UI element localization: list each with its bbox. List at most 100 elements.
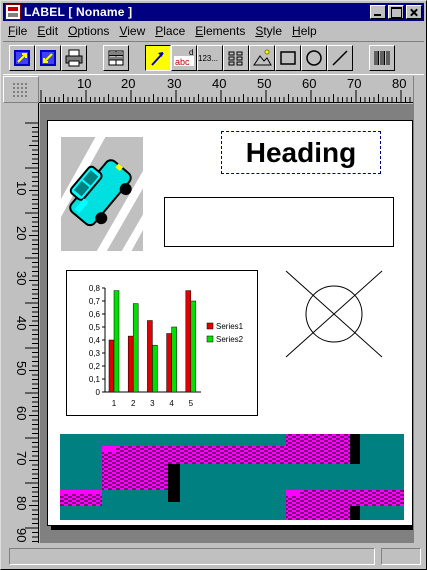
hruler-label: 70: [347, 76, 361, 91]
picture-tool-icon: [253, 49, 272, 66]
hruler-label: 60: [302, 76, 316, 91]
x-tick-label: 2: [131, 399, 136, 408]
chart-bar: [108, 339, 115, 393]
y-tick-label: 0,4: [89, 336, 101, 345]
chart-bar: [127, 335, 134, 393]
hruler-label: 30: [167, 76, 181, 91]
text-tool-label: abc: [175, 57, 190, 67]
vruler-label: 30: [14, 271, 29, 285]
save-icon: [40, 50, 56, 66]
vruler-label: 90: [14, 528, 29, 542]
vruler-label: 60: [14, 406, 29, 420]
text-tool-icon: abc d: [174, 48, 194, 67]
menu-file[interactable]: File: [3, 24, 32, 38]
print-icon: [65, 49, 83, 67]
close-button[interactable]: [406, 5, 422, 19]
number-tool-label: 123...: [198, 54, 218, 63]
chart-bar: [147, 320, 153, 393]
heading-text-box[interactable]: Heading: [221, 131, 381, 174]
menu-elements[interactable]: Elements: [190, 24, 250, 38]
rectangle-shape[interactable]: [164, 197, 394, 247]
picture-tool-button[interactable]: [249, 45, 275, 71]
pointer-tool-button[interactable]: [145, 45, 171, 71]
menu-options[interactable]: Options: [63, 24, 114, 38]
bar-chart: 0 0,1 0,2 0,3 0,4 0,5 0,6 0,7 0,8 1 2 3 4 5 Series1 Ser…: [89, 284, 244, 408]
ellipse-tool-icon: [306, 50, 322, 66]
crossed-circle-icon: [285, 270, 383, 358]
list-tool-button[interactable]: [223, 45, 249, 71]
ellipse-tool-button[interactable]: [301, 45, 327, 71]
chart-bar: [166, 333, 172, 393]
grid-icon: [108, 50, 124, 66]
vruler-label: 20: [14, 226, 29, 240]
vruler-label: 50: [14, 361, 29, 375]
y-tick-label: 0,5: [89, 323, 101, 332]
menu-bar: File Edit Options View Place Elements St…: [3, 22, 424, 40]
number-tool-icon: 123...: [198, 54, 218, 63]
car-clipart[interactable]: [51, 127, 161, 261]
vertical-scrollbar[interactable]: [413, 76, 426, 543]
y-tick-label: 0,7: [89, 297, 101, 306]
legend-label: Series2: [216, 335, 244, 344]
menu-help[interactable]: Help: [287, 24, 322, 38]
vruler-label: 10: [14, 181, 29, 195]
rectangle-tool-icon: [280, 51, 296, 65]
list-tool-icon: [228, 51, 243, 66]
car-icon: [51, 127, 161, 261]
legend-label: Series1: [216, 322, 244, 331]
number-tool-button[interactable]: 123...: [197, 45, 223, 71]
menu-view[interactable]: View: [114, 24, 150, 38]
app-icon[interactable]: [5, 4, 21, 20]
hruler-label: 80: [392, 76, 406, 91]
y-tick-label: 0,8: [89, 284, 101, 293]
menu-place[interactable]: Place: [150, 24, 190, 38]
line-tool-icon: [332, 50, 348, 66]
title-bar[interactable]: LABEL [ Noname ]: [3, 3, 424, 21]
text-tool-button[interactable]: abc d: [171, 45, 197, 71]
chart-bar: [152, 344, 158, 393]
hruler-label: 50: [257, 76, 271, 91]
crossed-circle-shape[interactable]: [276, 267, 394, 363]
horizontal-ruler: 10 20 30 40 50 60 70 80: [39, 76, 415, 103]
pointer-icon: [151, 52, 164, 66]
heading-text: Heading: [245, 136, 357, 168]
maximize-button[interactable]: [388, 5, 404, 19]
menu-style[interactable]: Style: [250, 24, 287, 38]
app-window: LABEL [ Noname ] File Edit Options View …: [0, 0, 427, 570]
hruler-label: 40: [212, 76, 226, 91]
pattern-graphic[interactable]: [60, 434, 404, 520]
print-button[interactable]: [61, 45, 87, 71]
hruler-label: 10: [77, 76, 91, 91]
open-button[interactable]: [9, 45, 35, 71]
x-tick-label: 4: [169, 399, 174, 408]
line-tool-button[interactable]: [327, 45, 353, 71]
save-button[interactable]: [35, 45, 61, 71]
design-canvas[interactable]: Heading 0 0,1 0,2 0,3 0,4 0,5 0,6 0,7 0,8 1 2 3 4 5 Se…: [40, 104, 413, 543]
rectangle-tool-button[interactable]: [275, 45, 301, 71]
status-pane-main: [9, 548, 375, 565]
legend-swatch: [206, 322, 214, 330]
y-tick-label: 0: [96, 388, 101, 397]
chart-bar: [190, 300, 197, 393]
chart-bar: [171, 326, 177, 393]
y-tick-label: 0,6: [89, 310, 101, 319]
menu-edit[interactable]: Edit: [32, 24, 63, 38]
ruler-corner[interactable]: [3, 76, 39, 103]
grid-button[interactable]: [103, 45, 129, 71]
barcode-tool-icon: [374, 51, 390, 65]
open-icon: [14, 50, 30, 66]
vertical-ruler: 10 20 30 40 50 60 70 80 90: [3, 103, 39, 560]
x-tick-label: 1: [112, 399, 117, 408]
toolbar: abc d 123...: [3, 41, 424, 75]
pattern-image: [60, 434, 404, 520]
y-tick-label: 0,1: [89, 375, 101, 384]
x-tick-label: 5: [189, 399, 194, 408]
barcode-tool-button[interactable]: [369, 45, 395, 71]
vruler-label: 40: [14, 316, 29, 330]
minimize-button[interactable]: [370, 5, 386, 19]
vruler-label: 80: [14, 496, 29, 510]
label-page[interactable]: Heading 0 0,1 0,2 0,3 0,4 0,5 0,6 0,7 0,8 1 2 3 4 5 Se…: [47, 120, 413, 526]
hruler-label: 20: [121, 76, 135, 91]
chart-object[interactable]: 0 0,1 0,2 0,3 0,4 0,5 0,6 0,7 0,8 1 2 3 4 5 Series1 Ser…: [66, 270, 258, 416]
grid-dots-icon: [13, 83, 27, 97]
